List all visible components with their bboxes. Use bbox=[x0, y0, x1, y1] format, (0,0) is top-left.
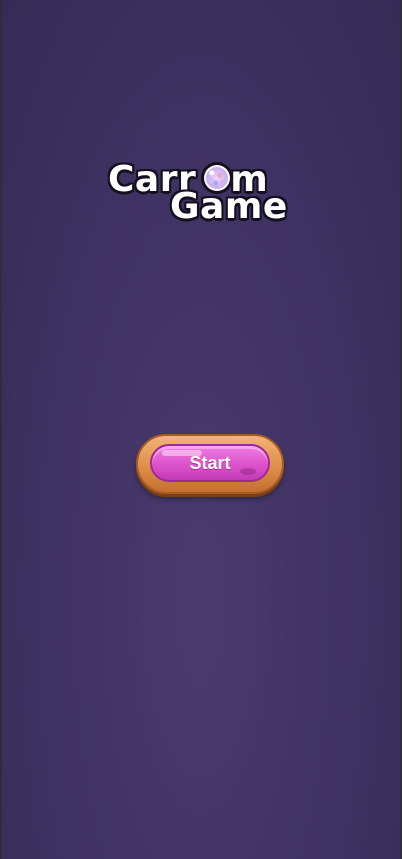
start-button-face[interactable]: Start bbox=[150, 444, 270, 482]
logo-text-game: Game bbox=[170, 186, 288, 227]
game-screen: Carr m Game Start bbox=[2, 0, 400, 859]
game-logo: Carr m Game bbox=[106, 158, 296, 230]
start-button[interactable]: Start bbox=[136, 434, 284, 494]
start-button-label[interactable]: Start bbox=[152, 446, 268, 480]
